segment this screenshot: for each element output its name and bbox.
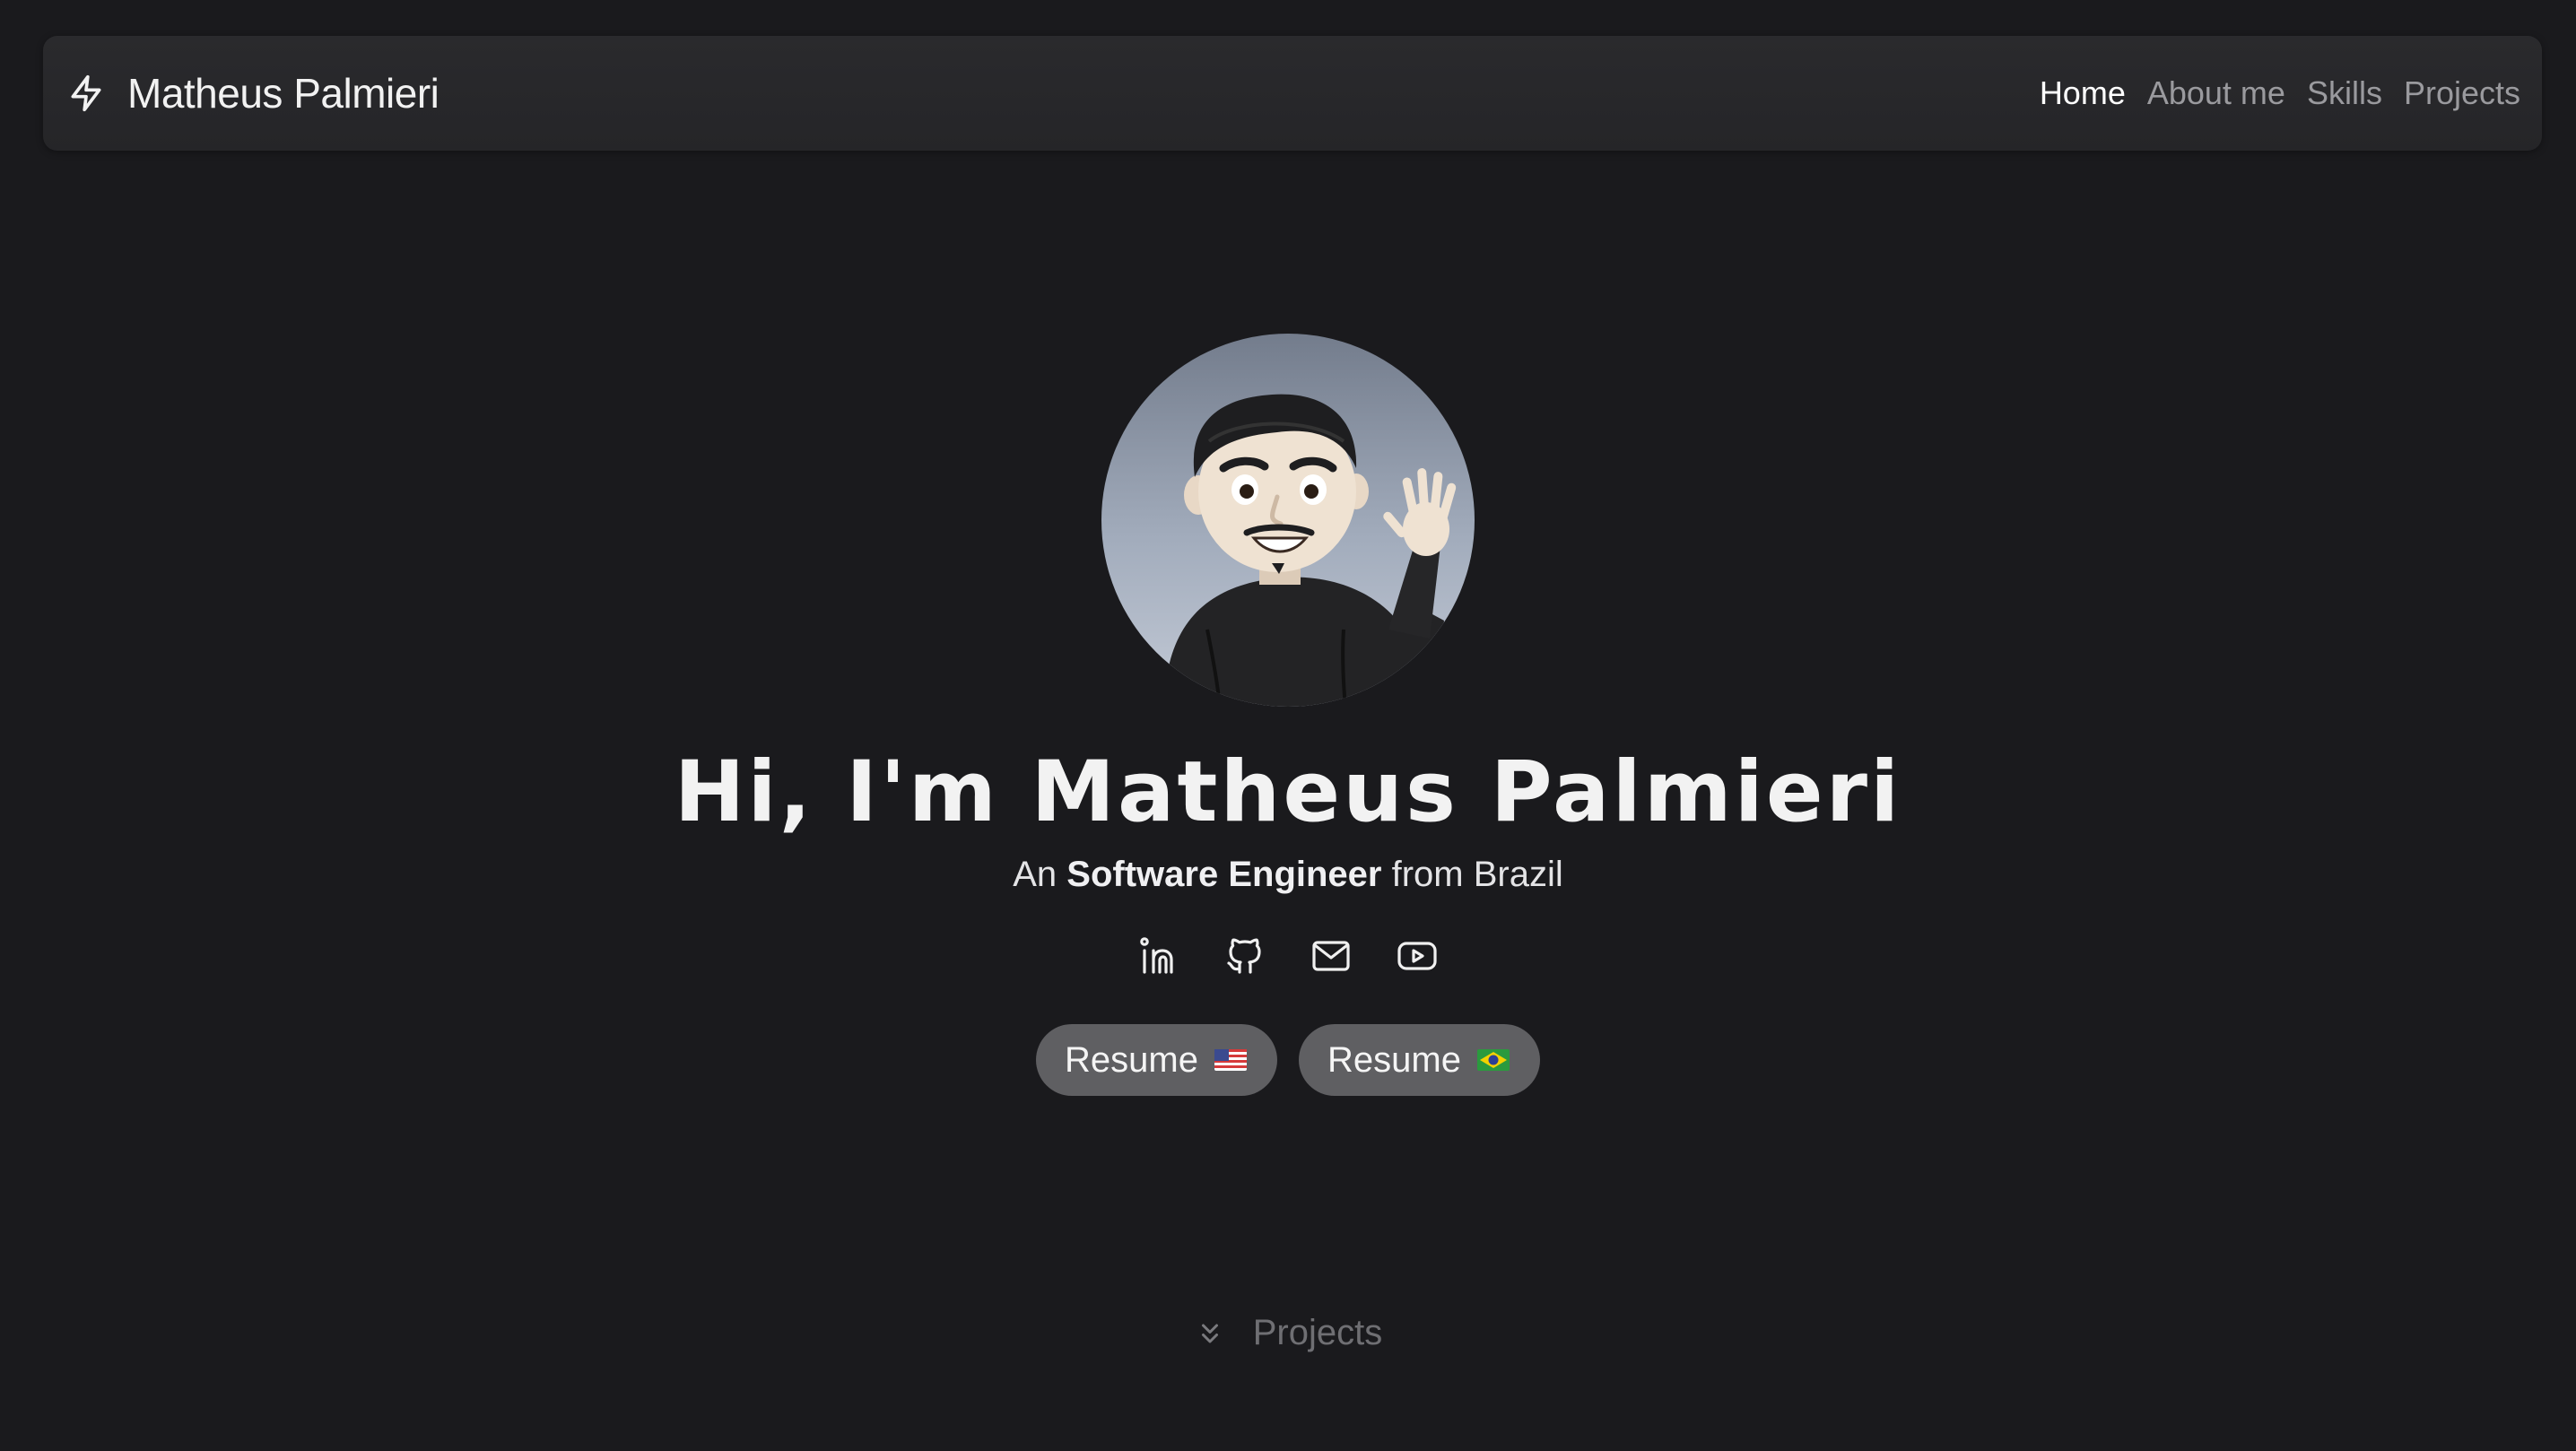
hero-section: Hi, I'm Matheus Palmieri An Software Eng… [0,334,2576,1097]
nav-link-skills[interactable]: Skills [2307,74,2382,112]
github-icon[interactable] [1223,934,1266,977]
nav-link-about-me[interactable]: About me [2147,74,2285,112]
resume-english-label: Resume [1065,1039,1198,1080]
resume-portuguese-button[interactable]: Resume [1299,1024,1540,1097]
linkedin-icon[interactable] [1137,934,1180,977]
resume-portuguese-label: Resume [1327,1039,1461,1080]
top-navbar: Matheus Palmieri Home About me Skills Pr… [43,36,2542,151]
resume-buttons: Resume Resume [1036,1024,1540,1097]
scroll-to-projects[interactable]: Projects [0,1313,2576,1353]
lightning-bolt-icon [71,74,101,112]
hero-subtitle: An Software Engineer from Brazil [1013,855,1563,895]
social-links [1137,934,1439,977]
brand-name: Matheus Palmieri [127,70,439,117]
mail-icon[interactable] [1310,934,1353,977]
nav-links: Home About me Skills Projects [2040,74,2520,112]
subtitle-suffix: from Brazil [1391,855,1563,895]
subtitle-prefix: An [1013,855,1057,895]
us-flag-icon [1214,1049,1247,1072]
brand-home-link[interactable]: Matheus Palmieri [66,36,439,151]
brazil-flag-icon [1476,1049,1510,1072]
nav-link-projects[interactable]: Projects [2404,74,2520,112]
resume-english-button[interactable]: Resume [1036,1024,1277,1097]
youtube-icon[interactable] [1396,934,1439,977]
nav-link-home[interactable]: Home [2040,74,2126,112]
scroll-hint-label: Projects [1252,1313,1383,1352]
subtitle-role: Software Engineer [1066,855,1382,895]
memoji-avatar [1101,334,1475,707]
hero-title: Hi, I'm Matheus Palmieri [674,743,1902,841]
chevrons-down-icon [1201,1324,1218,1342]
